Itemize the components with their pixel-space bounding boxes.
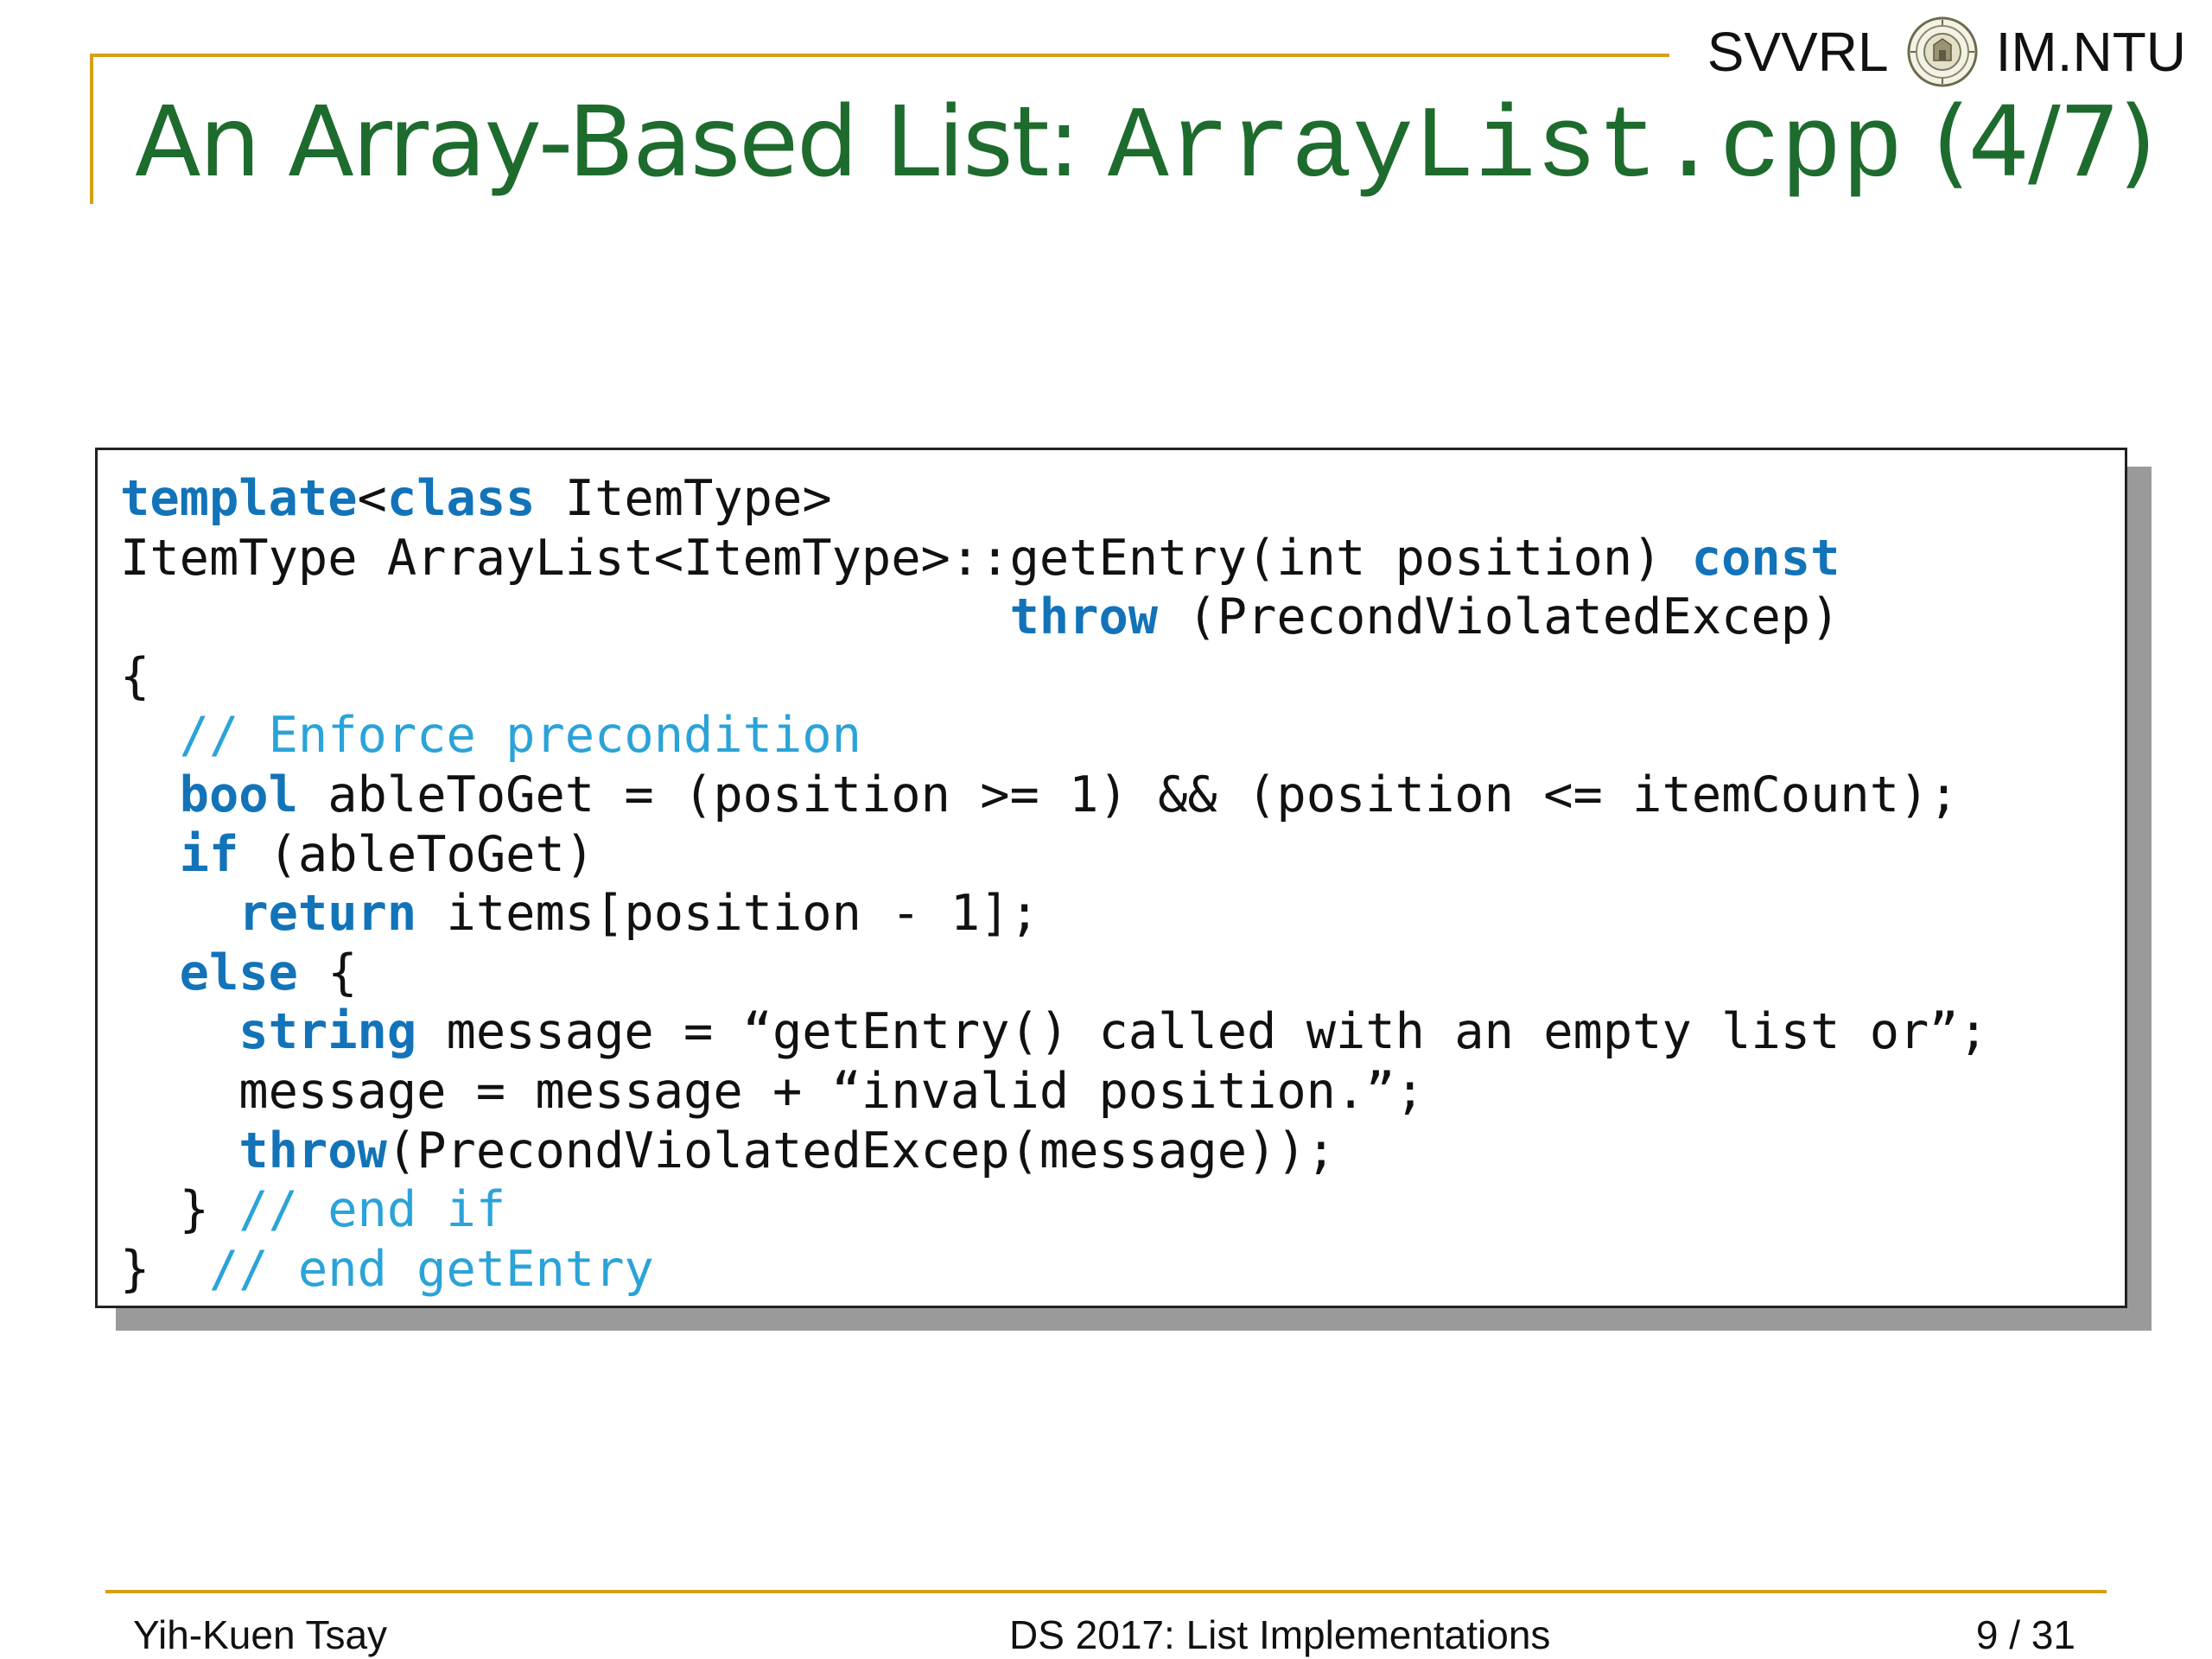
code-text: items[position - 1]; xyxy=(416,885,1039,943)
code-keyword: return xyxy=(238,885,417,943)
code-line: throw (PrecondViolatedExcep) xyxy=(120,588,1840,645)
code-text: (ableToGet) xyxy=(238,825,595,883)
title-suffix: (4/7) xyxy=(1903,86,2157,199)
slide-title: An Array-Based List: ArrayList.cpp (4/7) xyxy=(135,78,2157,214)
footer-rule xyxy=(105,1590,2107,1593)
code-keyword: string xyxy=(238,1003,417,1061)
code-line: return items[position - 1]; xyxy=(120,885,1039,942)
university-name: IM.NTU xyxy=(1995,21,2186,83)
code-comment: // end getEntry xyxy=(208,1240,654,1298)
code-line: else { xyxy=(120,944,358,1001)
code-text: message = “getEntry() called with an emp… xyxy=(416,1003,1988,1061)
code-line: } // end if xyxy=(120,1181,506,1239)
code-line: { xyxy=(120,648,149,705)
code-text: } xyxy=(120,1181,239,1239)
code-comment: // end if xyxy=(238,1181,506,1239)
code-text: { xyxy=(120,647,150,705)
code-keyword: else xyxy=(179,944,298,1001)
footer-course: DS 2017: List Implementations xyxy=(1009,1612,1551,1657)
code-listing: template<class ItemType> ItemType ArrayL… xyxy=(120,469,1988,1299)
code-line: if (ableToGet) xyxy=(120,826,594,883)
lab-name: SVVRL xyxy=(1707,21,1889,83)
code-line: message = message + “invalid position.”; xyxy=(120,1063,1425,1120)
code-line: throw(PrecondViolatedExcep(message)); xyxy=(120,1122,1336,1179)
code-line: // Enforce precondition xyxy=(120,707,861,764)
code-keyword: const xyxy=(1691,529,1840,587)
code-keyword: template xyxy=(120,470,358,527)
code-text: message = message + “invalid position.”; xyxy=(120,1062,1425,1120)
title-code: ArrayList.cpp xyxy=(1107,92,1904,207)
code-line: string message = “getEntry() called with… xyxy=(120,1003,1988,1060)
code-text: ItemType> xyxy=(535,470,832,527)
code-text: ableToGet = (position >= 1) && (position… xyxy=(297,766,1959,823)
code-text: (PrecondViolatedExcep) xyxy=(1158,588,1840,646)
code-line: bool ableToGet = (position >= 1) && (pos… xyxy=(120,766,1959,823)
code-text: < xyxy=(357,470,387,527)
code-box: template<class ItemType> ItemType ArrayL… xyxy=(95,448,2127,1308)
footer-page-number: 9 / 31 xyxy=(1975,1612,2075,1657)
footer-author: Yih-Kuen Tsay xyxy=(133,1612,388,1657)
code-line: template<class ItemType> xyxy=(120,470,832,527)
code-text: ItemType ArrayList<ItemType>::getEntry(i… xyxy=(120,529,1692,587)
code-line: } // end getEntry xyxy=(120,1241,654,1298)
code-comment: // Enforce precondition xyxy=(179,707,861,765)
code-text: (PrecondViolatedExcep(message)); xyxy=(386,1122,1337,1179)
code-keyword: throw xyxy=(238,1122,387,1179)
code-text: } xyxy=(120,1240,209,1298)
code-text: { xyxy=(297,944,358,1001)
code-keyword: class xyxy=(386,470,536,527)
code-line: ItemType ArrayList<ItemType>::getEntry(i… xyxy=(120,530,1840,587)
code-keyword: bool xyxy=(179,766,298,823)
code-keyword: throw xyxy=(1009,588,1159,646)
title-prefix: An Array-Based List: xyxy=(135,86,1108,199)
title-side-rule xyxy=(90,54,93,204)
code-keyword: if xyxy=(179,825,239,883)
header-rule xyxy=(90,54,1669,57)
